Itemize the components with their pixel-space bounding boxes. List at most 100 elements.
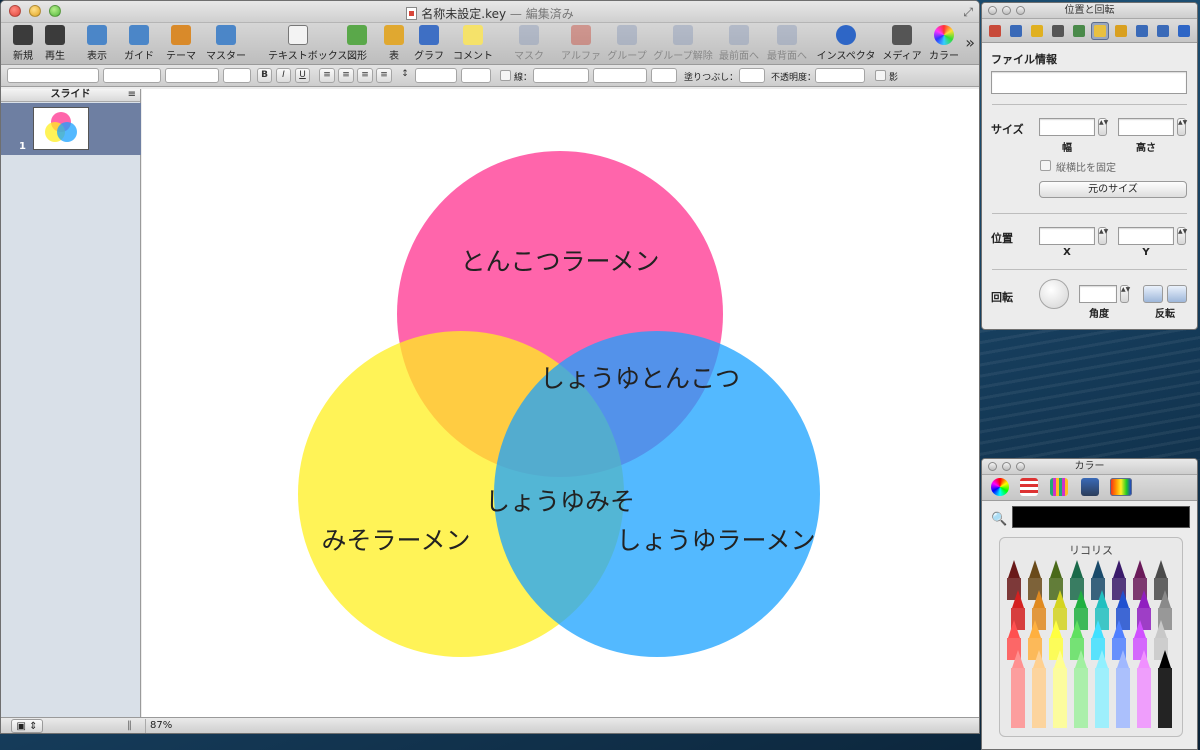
magnifier-icon[interactable]: 🔍 xyxy=(991,512,1007,527)
fullscreen-icon[interactable]: ⤢ xyxy=(963,5,973,20)
colors-panel: カラー 🔍 リコリス xyxy=(981,458,1198,750)
line-style-select[interactable] xyxy=(533,68,589,83)
colors-minimize-button[interactable] xyxy=(1002,462,1011,471)
file-info-label: ファイル情報 xyxy=(991,53,1057,66)
line-checkbox[interactable] xyxy=(500,70,511,81)
lock-ratio-checkbox[interactable] xyxy=(1040,160,1051,171)
crayon-grid[interactable] xyxy=(1000,538,1184,738)
toolbar-overflow-icon[interactable]: » xyxy=(965,33,975,52)
original-size-button[interactable]: 元のサイズ xyxy=(1039,181,1187,198)
current-color-well[interactable] xyxy=(1012,506,1190,528)
toolbar-master-button[interactable]: マスター xyxy=(196,25,256,62)
rotation-knob[interactable] xyxy=(1039,279,1069,309)
colors-close-button[interactable] xyxy=(988,462,997,471)
fill-color-well[interactable] xyxy=(739,68,765,83)
crayons-icon[interactable] xyxy=(1110,478,1132,496)
crayon-box: リコリス xyxy=(999,537,1183,737)
position-y-stepper[interactable]: ▲▼ xyxy=(1177,227,1187,245)
inspector-tab-icon xyxy=(1073,25,1085,37)
crayon[interactable] xyxy=(1095,650,1109,728)
inspector-tab-6[interactable] xyxy=(1091,22,1109,40)
inspector-tab-5[interactable] xyxy=(1070,22,1088,40)
bold-button[interactable]: B xyxy=(257,68,272,83)
rotation-label: 回転 xyxy=(991,291,1013,304)
textbox-icon xyxy=(288,25,308,45)
flip-vertical-button[interactable] xyxy=(1167,285,1187,303)
width-stepper[interactable]: ▲▼ xyxy=(1098,118,1108,136)
inspector-tab-3[interactable] xyxy=(1028,22,1046,40)
angle-stepper[interactable]: ▲▼ xyxy=(1120,285,1130,303)
toolbar-back-button[interactable]: 最背面へ xyxy=(757,25,817,62)
align-center-button[interactable]: ≡ xyxy=(338,68,354,83)
inspector-minimize-button[interactable] xyxy=(1002,6,1011,15)
label-tonkotsu: とんこつラーメン xyxy=(460,247,659,276)
position-y-field[interactable] xyxy=(1118,227,1174,245)
opacity-select[interactable] xyxy=(815,68,865,83)
align-left-button[interactable]: ≡ xyxy=(319,68,335,83)
toolbar-mask-button[interactable]: マスク xyxy=(499,25,559,62)
inspector-tab-2[interactable] xyxy=(1007,22,1025,40)
columns-select[interactable] xyxy=(461,68,491,83)
crayon[interactable] xyxy=(1032,650,1046,728)
inspector-tab-9[interactable] xyxy=(1154,22,1172,40)
line-width-select[interactable] xyxy=(593,68,647,83)
color-icon xyxy=(934,25,954,45)
font-size-field[interactable] xyxy=(223,68,251,83)
font-style-select[interactable] xyxy=(165,68,219,83)
line-color-well[interactable] xyxy=(651,68,677,83)
underline-button[interactable]: U xyxy=(295,68,310,83)
crayon[interactable] xyxy=(1116,650,1130,728)
position-x-stepper[interactable]: ▲▼ xyxy=(1098,227,1108,245)
crayon[interactable] xyxy=(1074,650,1088,728)
inspector-tab-8[interactable] xyxy=(1133,22,1151,40)
toolbar-ungroup-button[interactable]: グループ解除 xyxy=(653,25,713,62)
group-icon xyxy=(617,25,637,45)
position-x-field[interactable] xyxy=(1039,227,1095,245)
color-palettes-icon[interactable] xyxy=(1050,478,1068,496)
venn-diagram[interactable]: とんこつラーメン みそラーメン しょうゆラーメン しょうゆとんこつ しょうゆみそ xyxy=(142,89,979,719)
thumb-circle-blue xyxy=(57,122,77,142)
height-field[interactable] xyxy=(1118,118,1174,136)
inspector-zoom-button[interactable] xyxy=(1016,6,1025,15)
crayon[interactable] xyxy=(1011,650,1025,728)
view-mode-select[interactable]: ▣ ⇕ xyxy=(11,719,43,733)
style-select[interactable] xyxy=(7,68,99,83)
toolbar-comment-button[interactable]: コメント xyxy=(443,25,503,62)
inspector-tab-7[interactable] xyxy=(1112,22,1130,40)
slide-thumbnail[interactable] xyxy=(33,107,89,150)
document-name: 名称未設定.key xyxy=(421,7,507,21)
slide-thumbnail-item[interactable]: 1 xyxy=(1,103,141,155)
crayon[interactable] xyxy=(1158,650,1172,728)
height-stepper[interactable]: ▲▼ xyxy=(1177,118,1187,136)
toolbar-textbox-button[interactable]: テキストボックス xyxy=(268,25,347,62)
inspector-tab-10[interactable] xyxy=(1175,22,1193,40)
colors-zoom-button[interactable] xyxy=(1016,462,1025,471)
toolbar-inspector-button[interactable]: インスペクタ xyxy=(816,25,876,62)
italic-button[interactable]: I xyxy=(276,68,291,83)
inspector-close-button[interactable] xyxy=(988,6,997,15)
line-spacing-icon[interactable]: ↕ xyxy=(399,68,411,83)
crayon[interactable] xyxy=(1137,650,1151,728)
color-sliders-icon[interactable] xyxy=(1020,478,1038,496)
width-field[interactable] xyxy=(1039,118,1095,136)
align-justify-button[interactable]: ≡ xyxy=(376,68,392,83)
zoom-select[interactable]: 87% ⇕ xyxy=(145,719,197,733)
inspector-tab-4[interactable] xyxy=(1049,22,1067,40)
slide-canvas[interactable]: とんこつラーメン みそラーメン しょうゆラーメン しょうゆとんこつ しょうゆみそ xyxy=(142,89,979,719)
shadow-checkbox[interactable] xyxy=(875,70,886,81)
inspector-tab-icon xyxy=(1115,25,1127,37)
toolbar-group-button[interactable]: グループ xyxy=(597,25,657,62)
label-shoyu: しょうゆラーメン xyxy=(616,526,815,555)
flip-horizontal-button[interactable] xyxy=(1143,285,1163,303)
splitter-handle[interactable]: ‖ xyxy=(127,719,132,733)
align-right-button[interactable]: ≡ xyxy=(357,68,373,83)
file-info-field[interactable] xyxy=(991,71,1187,94)
crayon[interactable] xyxy=(1053,650,1067,728)
color-wheel-icon[interactable] xyxy=(991,478,1009,496)
image-palettes-icon[interactable] xyxy=(1081,478,1099,496)
font-family-select[interactable] xyxy=(103,68,161,83)
navigator-menu-icon[interactable]: ≡ xyxy=(128,89,136,101)
line-spacing-select[interactable] xyxy=(415,68,457,83)
angle-field[interactable] xyxy=(1079,285,1117,303)
inspector-tab-1[interactable] xyxy=(986,22,1004,40)
